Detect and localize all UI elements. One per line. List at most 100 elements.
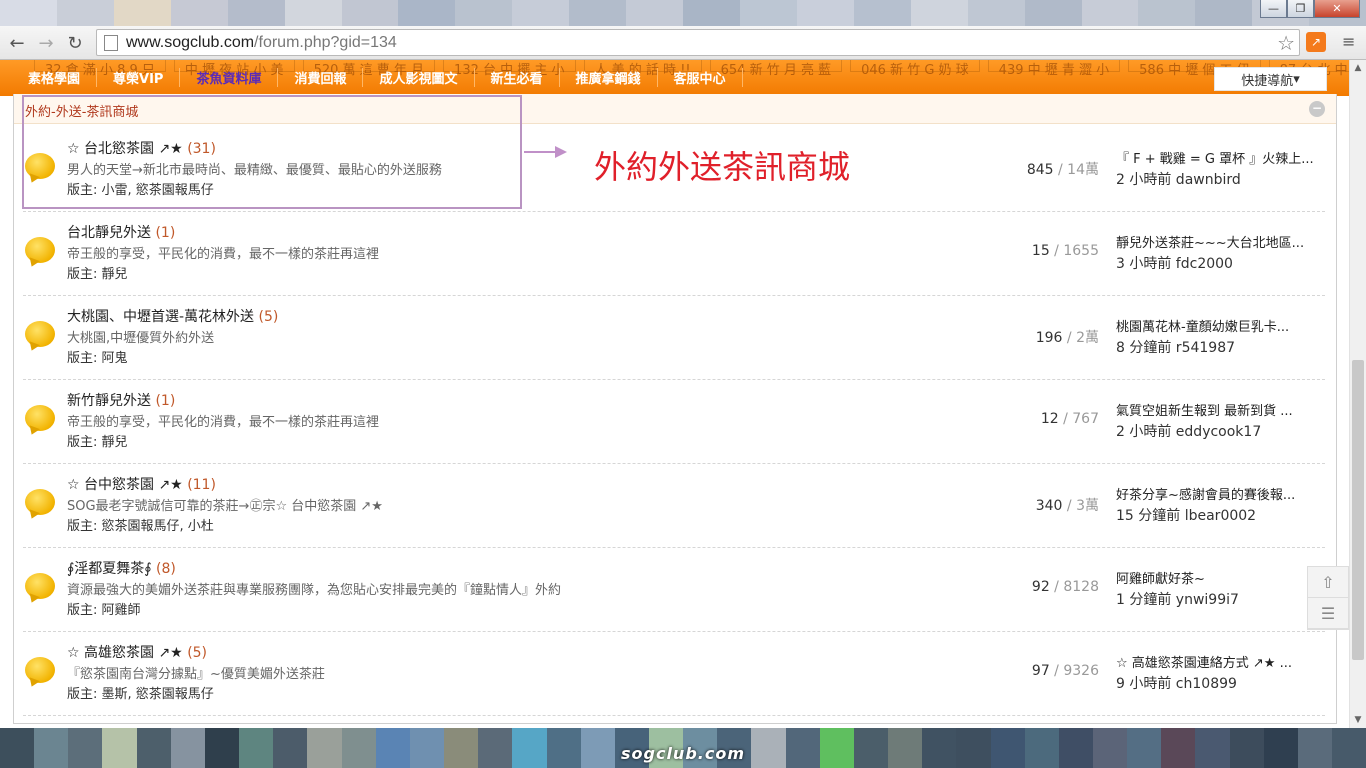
collapse-icon[interactable]: − [1309, 101, 1325, 117]
forum-row: 大桃園、中壢首選-萬花林外送 (5) 大桃園,中壢優質外約外送 版主: 阿鬼 196 … [23, 296, 1325, 380]
last-post-title[interactable]: 氣質空姐新生報到 最新到貨 ... [1116, 400, 1326, 419]
nav-item[interactable]: 尊榮VIP [97, 68, 181, 87]
forum-stats: 12 / 767 [1040, 411, 1099, 427]
forum-name[interactable]: 大桃園、中壢首選-萬花林外送 [67, 309, 254, 325]
back-to-top-icon[interactable]: ⇧ [1308, 567, 1348, 598]
nav-item[interactable]: 消費回報 [278, 68, 364, 87]
forum-moderators: 版主: 小雷, 慾茶園報馬仔 [67, 183, 214, 198]
forum-name-link[interactable]: ☆ 台北慾茶園 ↗★ (31) [67, 138, 216, 158]
last-post-time[interactable]: 9 小時前 ch10899 [1116, 673, 1237, 693]
forum-name-link[interactable]: ☆ 台中慾茶園 ↗★ (11) [67, 474, 216, 494]
forum-today-count: (31) [187, 141, 216, 157]
forum-today-count: (8) [156, 561, 176, 577]
last-post-time[interactable]: 8 分鐘前 r541987 [1116, 337, 1235, 357]
scroll-thumb[interactable] [1352, 360, 1364, 660]
forum-name-link[interactable]: 大桃園、中壢首選-萬花林外送 (5) [67, 306, 278, 326]
forum-row: ☆ 台中慾茶園 ↗★ (11) SOG最老字號誠信可靠的茶莊→㊣宗☆ 台中慾茶園 … [23, 464, 1325, 548]
thread-count: 15 [1031, 243, 1050, 259]
forum-today-count: (5) [258, 309, 279, 325]
browser-toolbar: ← → ↻ www.sogclub.com/forum.php?gid=134 … [0, 26, 1366, 60]
scrollbar[interactable]: ▲ ▼ [1349, 60, 1366, 728]
last-post-title[interactable]: ☆ 高雄慾茶園連絡方式 ↗★ ... [1116, 652, 1326, 671]
close-icon[interactable]: ✕ [1314, 0, 1360, 18]
thread-count: 12 [1040, 411, 1059, 427]
forum-row: ☆ 高雄慾茶園 ↗★ (5) 『慾茶園南台灣分據點』~優質美媚外送茶莊 版主: 墨斯… [23, 632, 1325, 716]
site-nav-bar: 32 倉 滿 小 8 9 只中 壢 夜 站 小 美 520 萬 這 曹 年 月 13… [0, 60, 1349, 96]
banner-item[interactable]: 439 中 壢 青 澀 小 [987, 60, 1121, 78]
forum-today-count: (11) [187, 477, 216, 493]
forum-description: 帝王般的享受，平民化的消費，最不一樣的茶莊再這裡 [67, 415, 380, 430]
last-post-title[interactable]: 『 F + 戰雞 = G 罩杯 』火辣上... [1116, 148, 1326, 167]
maximize-icon[interactable]: ❐ [1287, 0, 1314, 18]
thread-count: 196 [1035, 330, 1063, 346]
last-post-title[interactable]: 阿雞師獻好茶~ [1116, 568, 1326, 587]
last-post-time[interactable]: 15 分鐘前 lbear0002 [1116, 505, 1256, 525]
window-title-bar [0, 0, 1366, 26]
nav-item[interactable]: 新生必看 [475, 68, 560, 87]
forum-today-count: (1) [155, 393, 176, 409]
forum-stats: 196 / 2萬 [1035, 330, 1099, 346]
minimize-icon[interactable]: — [1260, 0, 1287, 18]
forum-row: 台北靜兒外送 (1) 帝王般的享受，平民化的消費，最不一樣的茶莊再這裡 版主: 靜兒… [23, 212, 1325, 296]
forum-today-count: (5) [187, 645, 208, 661]
scroll-down-icon[interactable]: ▼ [1350, 712, 1366, 728]
forum-moderators: 版主: 靜兒 [67, 267, 128, 282]
last-post-time[interactable]: 2 小時前 dawnbird [1116, 169, 1241, 189]
nav-items: 素格學園 尊榮VIP 茶魚資料庫 消費回報 成人影視圖文 新生必看 推廣拿鋼錢 客服中心 [12, 68, 743, 87]
forum-stats: 15 / 1655 [1031, 243, 1099, 259]
hamburger-menu-icon[interactable]: ≡ [1342, 34, 1358, 50]
nav-item[interactable]: 推廣拿鋼錢 [560, 68, 658, 87]
forum-moderators: 版主: 靜兒 [67, 435, 128, 450]
last-post-title[interactable]: 桃園萬花林-童顏幼嫩巨乳卡... [1116, 316, 1326, 335]
nav-item[interactable]: 茶魚資料庫 [180, 68, 279, 87]
address-bar[interactable]: www.sogclub.com/forum.php?gid=134 ☆ [96, 29, 1300, 56]
forum-bubble-icon [25, 321, 55, 347]
forum-row: 新竹靜兒外送 (1) 帝王般的享受，平民化的消費，最不一樣的茶莊再這裡 版主: 靜兒… [23, 380, 1325, 464]
forum-bubble-icon [25, 405, 55, 431]
forum-name[interactable]: ☆ 台中慾茶園 ↗★ [67, 477, 183, 493]
forum-name[interactable]: ☆ 台北慾茶園 ↗★ [67, 141, 183, 157]
forum-name-link[interactable]: ∮淫都夏舞茶∮ (8) [67, 558, 176, 578]
forum-description: 大桃園,中壢優質外約外送 [67, 331, 215, 346]
post-count: 9326 [1063, 663, 1099, 679]
thread-count: 92 [1031, 579, 1050, 595]
forum-name[interactable]: 新竹靜兒外送 [67, 393, 151, 409]
quick-nav-button[interactable]: 快捷導航 ▾ [1214, 67, 1327, 91]
last-post-time[interactable]: 3 小時前 fdc2000 [1116, 253, 1233, 273]
url-text[interactable]: www.sogclub.com/forum.php?gid=134 [126, 34, 397, 52]
forward-arrow-icon[interactable]: → [34, 31, 58, 55]
forum-name-link[interactable]: 台北靜兒外送 (1) [67, 222, 175, 242]
forum-stats: 97 / 9326 [1031, 663, 1099, 679]
forum-title[interactable]: 外約-外送-茶訊商城 [25, 101, 138, 120]
last-post-time[interactable]: 1 分鐘前 ynwi99i7 [1116, 589, 1239, 609]
forum-name[interactable]: ☆ 高雄慾茶園 ↗★ [67, 645, 183, 661]
last-post-title[interactable]: 好茶分享~感謝會員的賽後報... [1116, 484, 1326, 503]
forum-name[interactable]: ∮淫都夏舞茶∮ [67, 561, 152, 577]
post-count: 8128 [1063, 579, 1099, 595]
scroll-up-icon[interactable]: ▲ [1350, 60, 1366, 76]
forum-stats: 845 / 14萬 [1026, 162, 1099, 178]
list-icon[interactable]: ☰ [1308, 598, 1348, 629]
forum-name[interactable]: 台北靜兒外送 [67, 225, 151, 241]
page-icon [104, 34, 118, 51]
forum-description: 男人的天堂→新北市最時尚、最精緻、最優質、最貼心的外送服務 [67, 163, 442, 178]
last-post-time[interactable]: 2 小時前 eddycook17 [1116, 421, 1261, 441]
post-count: 2萬 [1076, 330, 1099, 346]
extension-chart-icon[interactable]: ↗ [1306, 32, 1326, 52]
forum-name-link[interactable]: 新竹靜兒外送 (1) [67, 390, 175, 410]
post-count: 3萬 [1076, 498, 1099, 514]
nav-item[interactable]: 成人影視圖文 [363, 68, 475, 87]
nav-item[interactable]: 素格學園 [12, 68, 98, 87]
banner-item[interactable]: 046 新 竹 G 奶 球 [850, 60, 980, 78]
nav-item[interactable]: 客服中心 [658, 68, 743, 87]
reload-icon[interactable]: ↻ [63, 31, 87, 55]
forum-box: 外約-外送-茶訊商城 − ☆ 台北慾茶園 ↗★ (31) 男人的天堂→新北市最時尚… [13, 94, 1337, 724]
url-path: /forum.php?gid=134 [254, 33, 397, 51]
chevron-down-icon: ▾ [1293, 71, 1300, 87]
star-icon[interactable]: ☆ [1277, 31, 1295, 55]
forum-bubble-icon [25, 657, 55, 683]
post-count: 14萬 [1067, 162, 1099, 178]
forum-name-link[interactable]: ☆ 高雄慾茶園 ↗★ (5) [67, 642, 207, 662]
back-arrow-icon[interactable]: ← [5, 31, 29, 55]
last-post-title[interactable]: 靜兒外送茶莊~~~大台北地區... [1116, 232, 1326, 251]
